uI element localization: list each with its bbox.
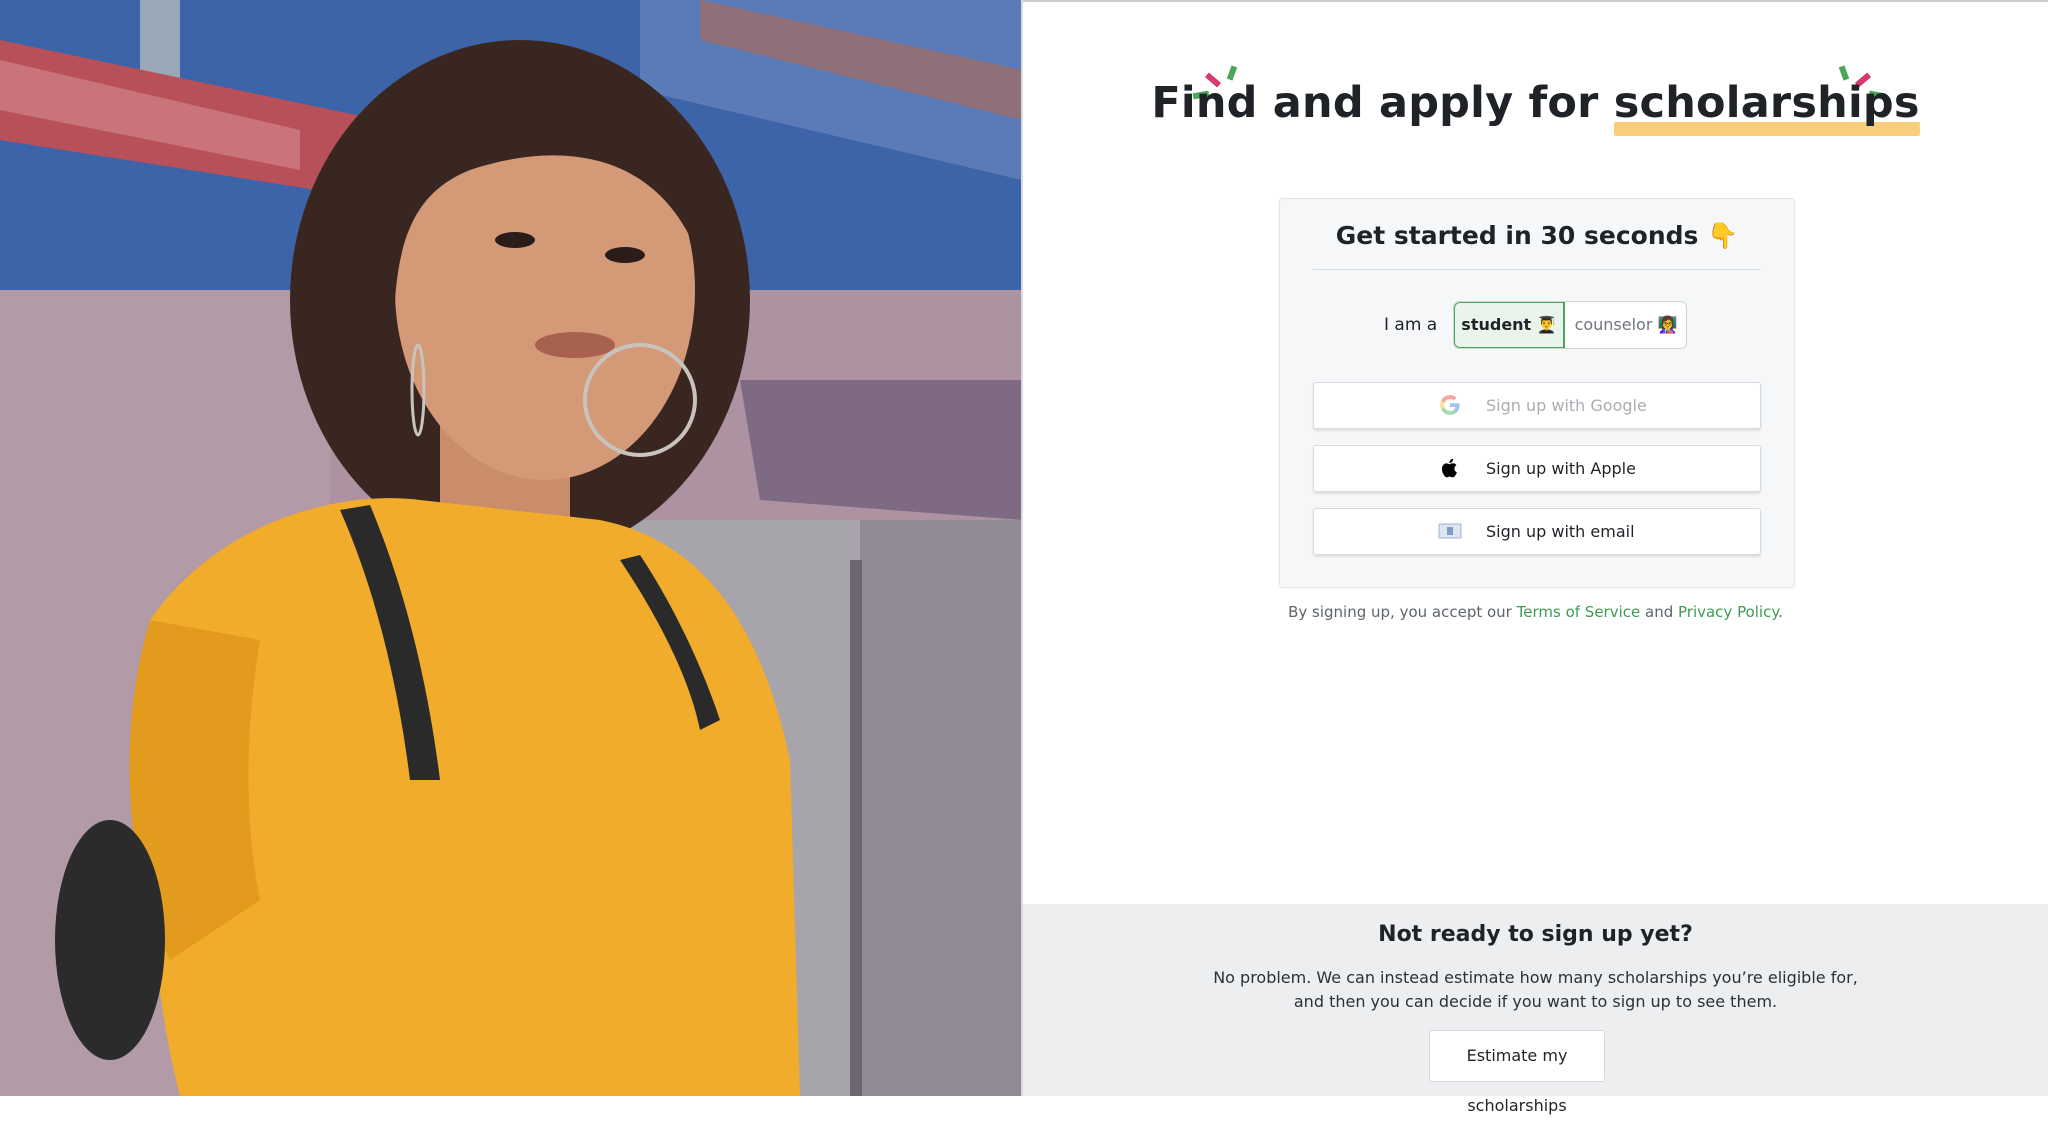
page-title: Find and apply for scholarships (1023, 78, 2048, 136)
privacy-policy-link[interactable]: Privacy Policy (1678, 603, 1778, 621)
email-signup-button[interactable]: Sign up with email (1313, 508, 1761, 555)
terms-prefix: By signing up, you accept our (1288, 603, 1517, 621)
signup-card: Get started in 30 seconds 👇 I am a stude… (1279, 198, 1795, 588)
apple-signup-button[interactable]: Sign up with Apple (1313, 445, 1761, 492)
not-ready-title: Not ready to sign up yet? (1378, 922, 1693, 947)
terms-of-service-link[interactable]: Terms of Service (1517, 603, 1641, 621)
signup-panel: Find and apply for scholarships Get star… (1023, 0, 2048, 1115)
google-signup-label: Sign up with Google (1486, 396, 1647, 415)
role-toggle: student 👨‍🎓 counselor 👩‍🏫 (1453, 301, 1687, 349)
signup-card-title: Get started in 30 seconds 👇 (1335, 221, 1739, 250)
role-option-counselor[interactable]: counselor 👩‍🏫 (1566, 302, 1686, 348)
estimate-scholarships-button[interactable]: Estimate my scholarships (1429, 1030, 1605, 1115)
not-ready-line-1: No problem. We can instead estimate how … (1213, 968, 1858, 987)
email-icon (1438, 523, 1462, 539)
role-label: I am a (1384, 315, 1438, 335)
headline-area: Find and apply for scholarships (1023, 58, 2048, 148)
not-ready-section: Not ready to sign up yet? No problem. We… (1023, 904, 2048, 1115)
page-title-text: Find and apply for (1151, 78, 1614, 128)
google-icon (1440, 395, 1460, 415)
terms-suffix: . (1778, 603, 1783, 621)
not-ready-description: No problem. We can instead estimate how … (1023, 966, 2048, 1014)
page-title-highlight: scholarships (1613, 78, 1920, 136)
terms-middle: and (1640, 603, 1678, 621)
apple-signup-label: Sign up with Apple (1486, 459, 1636, 478)
apple-icon (1441, 458, 1457, 478)
terms-notice: By signing up, you accept our Terms of S… (1023, 603, 2048, 621)
email-signup-label: Sign up with email (1486, 522, 1635, 541)
google-signup-button[interactable]: Sign up with Google (1313, 382, 1761, 429)
student-portrait-illustration (0, 0, 1022, 1096)
not-ready-line-2: and then you can decide if you want to s… (1293, 992, 1778, 1011)
role-option-student[interactable]: student 👨‍🎓 (1454, 302, 1565, 348)
role-selector: I am a student 👨‍🎓 counselor 👩‍🏫 (1280, 301, 1794, 351)
card-divider (1313, 269, 1761, 270)
hero-photo (0, 0, 1022, 1096)
